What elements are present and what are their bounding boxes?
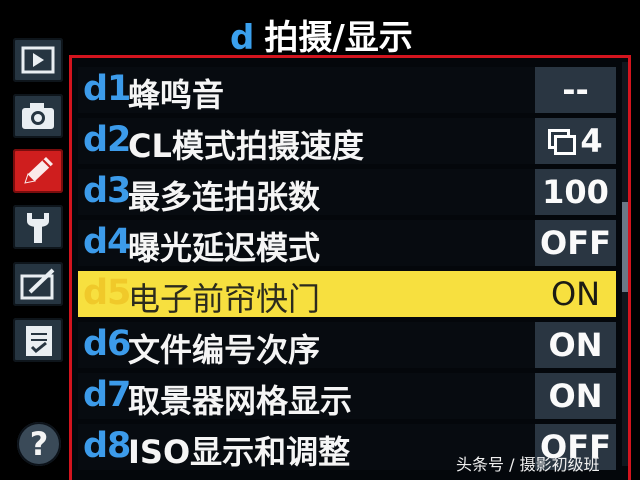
item-code: d7 (83, 375, 131, 415)
custom-settings-tab[interactable] (13, 149, 63, 193)
item-value: -- (535, 67, 616, 113)
item-code: d6 (83, 324, 131, 364)
wrench-icon (27, 213, 49, 243)
menu-item-d7[interactable]: d7 取景器网格显示 ON (78, 373, 616, 420)
setup-menu-tab[interactable] (13, 205, 63, 249)
scrollbar-thumb[interactable] (622, 202, 628, 292)
menu-item-d1[interactable]: d1 蜂鸣音 -- (78, 67, 616, 114)
shooting-menu-tab[interactable] (13, 94, 63, 138)
menu-item-d3[interactable]: d3 最多连拍张数 100 (78, 169, 616, 216)
item-label: 曝光延迟模式 (128, 229, 321, 267)
item-value: ON (535, 322, 616, 368)
help-icon: ? (29, 425, 49, 463)
help-button[interactable]: ? (17, 422, 61, 466)
item-label: CL模式拍摄速度 (128, 127, 364, 165)
item-label: 取景器网格显示 (128, 382, 353, 420)
retouch-icon (20, 268, 55, 300)
pencil-icon (24, 157, 53, 184)
item-code: d5 (83, 273, 131, 313)
menu-item-d5[interactable]: d5 电子前帘快门 ON (78, 271, 616, 318)
continuous-low-icon (548, 129, 577, 155)
camera-icon (22, 103, 54, 129)
item-label: 文件编号次序 (128, 331, 321, 369)
item-label: 蜂鸣音 (128, 76, 225, 114)
menu-letter: d (230, 18, 255, 58)
menu-panel: d1 蜂鸣音 -- d2 CL模式拍摄速度 4 d3 最多连拍张数 100 d4… (69, 55, 631, 480)
item-value: ON (535, 271, 616, 317)
item-label: ISO显示和调整 (128, 433, 351, 471)
menu-sidebar: ? (0, 0, 76, 480)
item-code: d3 (83, 171, 131, 211)
item-value-box: 4 (535, 118, 616, 164)
scrollbar[interactable] (622, 62, 628, 466)
item-value: OFF (535, 220, 616, 266)
item-label: 电子前帘快门 (128, 280, 321, 318)
item-value: 4 (580, 122, 603, 160)
my-menu-tab[interactable] (13, 318, 63, 362)
item-code: d4 (83, 222, 131, 262)
item-label: 最多连拍张数 (128, 178, 321, 216)
item-code: d8 (83, 426, 131, 466)
item-value: ON (535, 373, 616, 419)
playback-menu-tab[interactable] (13, 38, 63, 82)
menu-item-d6[interactable]: d6 文件编号次序 ON (78, 322, 616, 369)
item-code: d2 (83, 120, 131, 160)
watermark: 头条号 / 摄影初级班 (456, 455, 600, 474)
my-menu-icon (26, 326, 52, 356)
playback-icon (21, 46, 55, 74)
page-title: 拍摄/显示 (264, 18, 413, 58)
menu-item-d4[interactable]: d4 曝光延迟模式 OFF (78, 220, 616, 267)
retouch-menu-tab[interactable] (13, 262, 63, 306)
item-value: 100 (535, 169, 616, 215)
menu-title: d 拍摄/显示 (230, 10, 413, 58)
menu-item-d2[interactable]: d2 CL模式拍摄速度 4 (78, 118, 616, 165)
item-code: d1 (83, 69, 131, 109)
